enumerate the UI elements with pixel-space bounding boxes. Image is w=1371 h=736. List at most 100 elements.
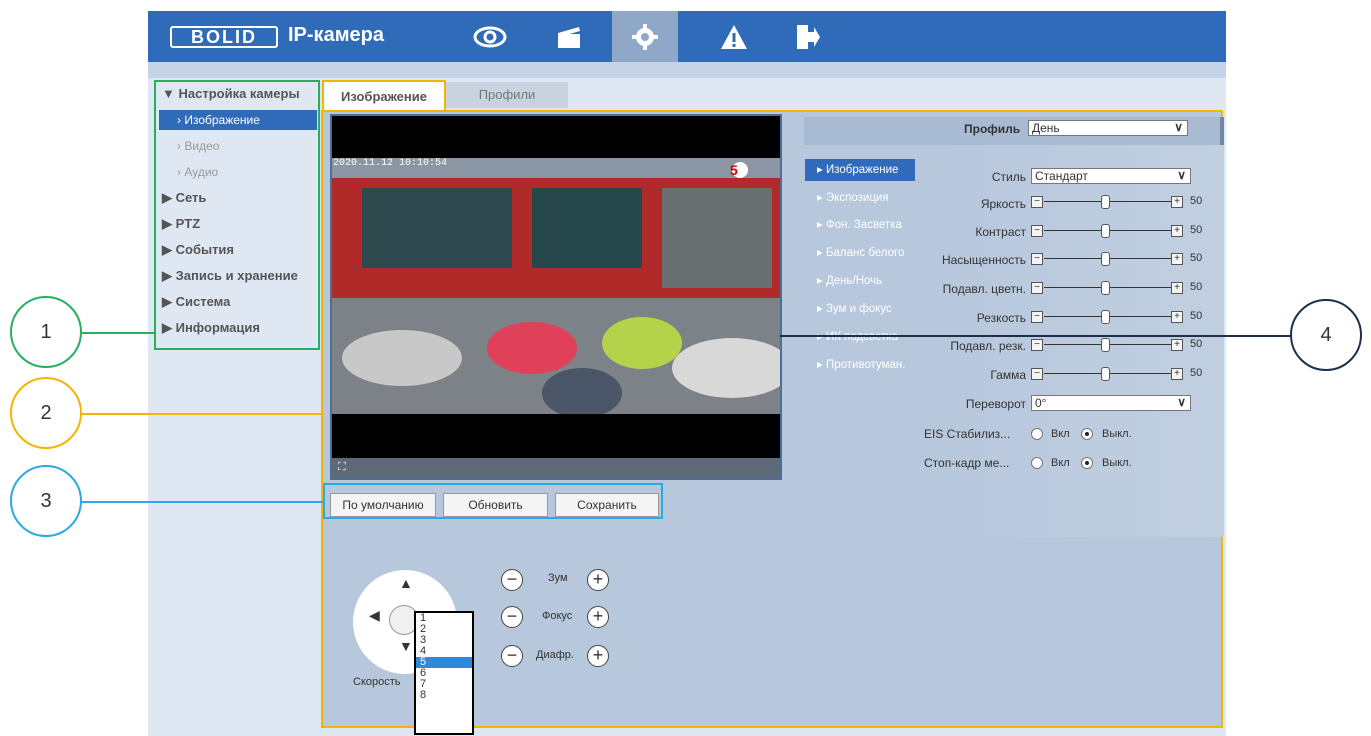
tab-image[interactable]: Изображение (322, 80, 446, 110)
freeze-off-radio[interactable] (1081, 457, 1093, 469)
eis-label: EIS Стабилиз... (924, 427, 1011, 441)
sidebar-item-storage[interactable]: ▶ Запись и хранение (162, 266, 298, 286)
iris-label: Диафр. (536, 649, 574, 661)
default-button[interactable]: По умолчанию (330, 493, 436, 517)
sidebar-item-label: Аудио (184, 165, 219, 179)
slider-value: 50 (1190, 252, 1203, 264)
plus-icon[interactable]: + (1171, 253, 1183, 265)
speed-label: Скорость (353, 676, 401, 688)
slider-label: Гамма (990, 368, 1026, 382)
slider-value: 50 (1190, 281, 1203, 293)
logout-icon[interactable] (780, 11, 836, 62)
warning-icon (721, 24, 747, 49)
zoom-in-icon[interactable]: + (587, 569, 609, 591)
contrast-slider[interactable]: − +50 (1031, 224, 1211, 238)
sidebar-section-camera[interactable]: ▼ Настройка камеры (162, 84, 300, 104)
sharpness-slider[interactable]: − +50 (1031, 310, 1211, 324)
sidebar-item-system[interactable]: ▶ Система (162, 292, 230, 312)
save-button[interactable]: Сохранить (555, 493, 659, 517)
sidebar-item-label: Система (175, 294, 231, 309)
slider-label: Контраст (975, 225, 1026, 239)
minus-icon[interactable]: − (1031, 339, 1043, 351)
eis-off-radio[interactable] (1081, 428, 1093, 440)
focus-in-icon[interactable]: + (587, 606, 609, 628)
style-select[interactable]: Стандарт ∨ (1031, 168, 1191, 184)
playback-icon[interactable] (541, 11, 597, 62)
sharp-suppress-slider[interactable]: − +50 (1031, 338, 1211, 352)
svg-text:5: 5 (730, 162, 738, 178)
minus-icon[interactable]: − (1031, 253, 1043, 265)
sidebar-item-label: PTZ (175, 216, 201, 231)
callout-line-3 (82, 501, 324, 503)
live-view-icon[interactable] (462, 11, 518, 62)
iris-open-icon[interactable]: + (587, 645, 609, 667)
slider-thumb[interactable] (1101, 310, 1110, 324)
sidebar-item-info[interactable]: ▶ Информация (162, 318, 260, 338)
eis-off-label: Выкл. (1102, 428, 1132, 440)
down-arrow-icon[interactable]: ▼ (399, 638, 413, 654)
sidebar-item-network[interactable]: ▶ Сеть (162, 188, 206, 208)
minus-icon[interactable]: − (1031, 196, 1043, 208)
freeze-on-radio[interactable] (1031, 457, 1043, 469)
focus-label: Фокус (542, 610, 573, 622)
sidebar-item-label: Изображение (184, 113, 260, 127)
slider-thumb[interactable] (1101, 224, 1110, 238)
sidebar-item-label: Информация (175, 320, 260, 335)
left-arrow-icon[interactable]: ◀ (369, 607, 380, 624)
eis-on-radio[interactable] (1031, 428, 1043, 440)
slider-label: Подавл. цветн. (942, 282, 1026, 296)
chevron-down-icon: ∨ (1177, 168, 1186, 182)
freeze-label: Стоп-кадр ме... (924, 456, 1010, 470)
eis-on-label: Вкл (1051, 428, 1070, 440)
zoom-out-icon[interactable]: − (501, 569, 523, 591)
minus-icon[interactable]: − (1031, 225, 1043, 237)
sidebar-item-label: События (175, 242, 235, 257)
alarm-icon[interactable] (706, 11, 762, 62)
slider-thumb[interactable] (1101, 281, 1110, 295)
slider-thumb[interactable] (1101, 252, 1110, 266)
slider-label: Насыщенность (941, 253, 1026, 267)
slider-value: 50 (1190, 338, 1203, 350)
scrollbar[interactable] (1220, 117, 1224, 145)
sidebar-item-video[interactable]: › Видео (159, 136, 317, 156)
plus-icon[interactable]: + (1171, 339, 1183, 351)
settings-icon[interactable] (612, 11, 678, 62)
slider-value: 50 (1190, 195, 1203, 207)
sidebar-item-ptz[interactable]: ▶ PTZ (162, 214, 200, 234)
callout-4: 4 (1290, 299, 1362, 371)
slider-thumb[interactable] (1101, 367, 1110, 381)
fullscreen-icon[interactable]: ⛶ (338, 461, 346, 474)
gamma-slider[interactable]: − +50 (1031, 367, 1211, 381)
speed-option[interactable]: 8 (416, 690, 472, 701)
minus-icon[interactable]: − (1031, 282, 1043, 294)
style-label: Стиль (991, 170, 1026, 184)
plus-icon[interactable]: + (1171, 225, 1183, 237)
flip-select[interactable]: 0° ∨ (1031, 395, 1191, 411)
plus-icon[interactable]: + (1171, 311, 1183, 323)
sidebar-item-image[interactable]: › Изображение (159, 110, 317, 130)
sidebar-item-events[interactable]: ▶ События (162, 240, 234, 260)
minus-icon[interactable]: − (1031, 311, 1043, 323)
refresh-button[interactable]: Обновить (443, 493, 548, 517)
saturation-slider[interactable]: − +50 (1031, 252, 1211, 266)
plus-icon[interactable]: + (1171, 368, 1183, 380)
plus-icon[interactable]: + (1171, 282, 1183, 294)
brightness-slider[interactable]: − +50 (1031, 195, 1211, 209)
sidebar-item-audio[interactable]: › Аудио (159, 162, 317, 182)
app-title: IP-камера (288, 24, 384, 46)
sidebar-highlight: ▼ Настройка камеры › Изображение › Видео… (154, 80, 320, 350)
callout-line-1 (82, 332, 156, 334)
color-suppress-slider[interactable]: − +50 (1031, 281, 1211, 295)
iris-close-icon[interactable]: − (501, 645, 523, 667)
speed-dropdown-list[interactable]: 1 2 3 4 5 6 7 8 (414, 611, 474, 735)
tab-profiles[interactable]: Профили (446, 82, 568, 108)
gear-icon (632, 23, 658, 50)
slider-thumb[interactable] (1101, 338, 1110, 352)
plus-icon[interactable]: + (1171, 196, 1183, 208)
callout-1: 1 (10, 296, 82, 368)
profile-select[interactable]: День ∨ (1028, 120, 1188, 136)
up-arrow-icon[interactable]: ▲ (399, 575, 413, 591)
minus-icon[interactable]: − (1031, 368, 1043, 380)
focus-out-icon[interactable]: − (501, 606, 523, 628)
slider-thumb[interactable] (1101, 195, 1110, 209)
